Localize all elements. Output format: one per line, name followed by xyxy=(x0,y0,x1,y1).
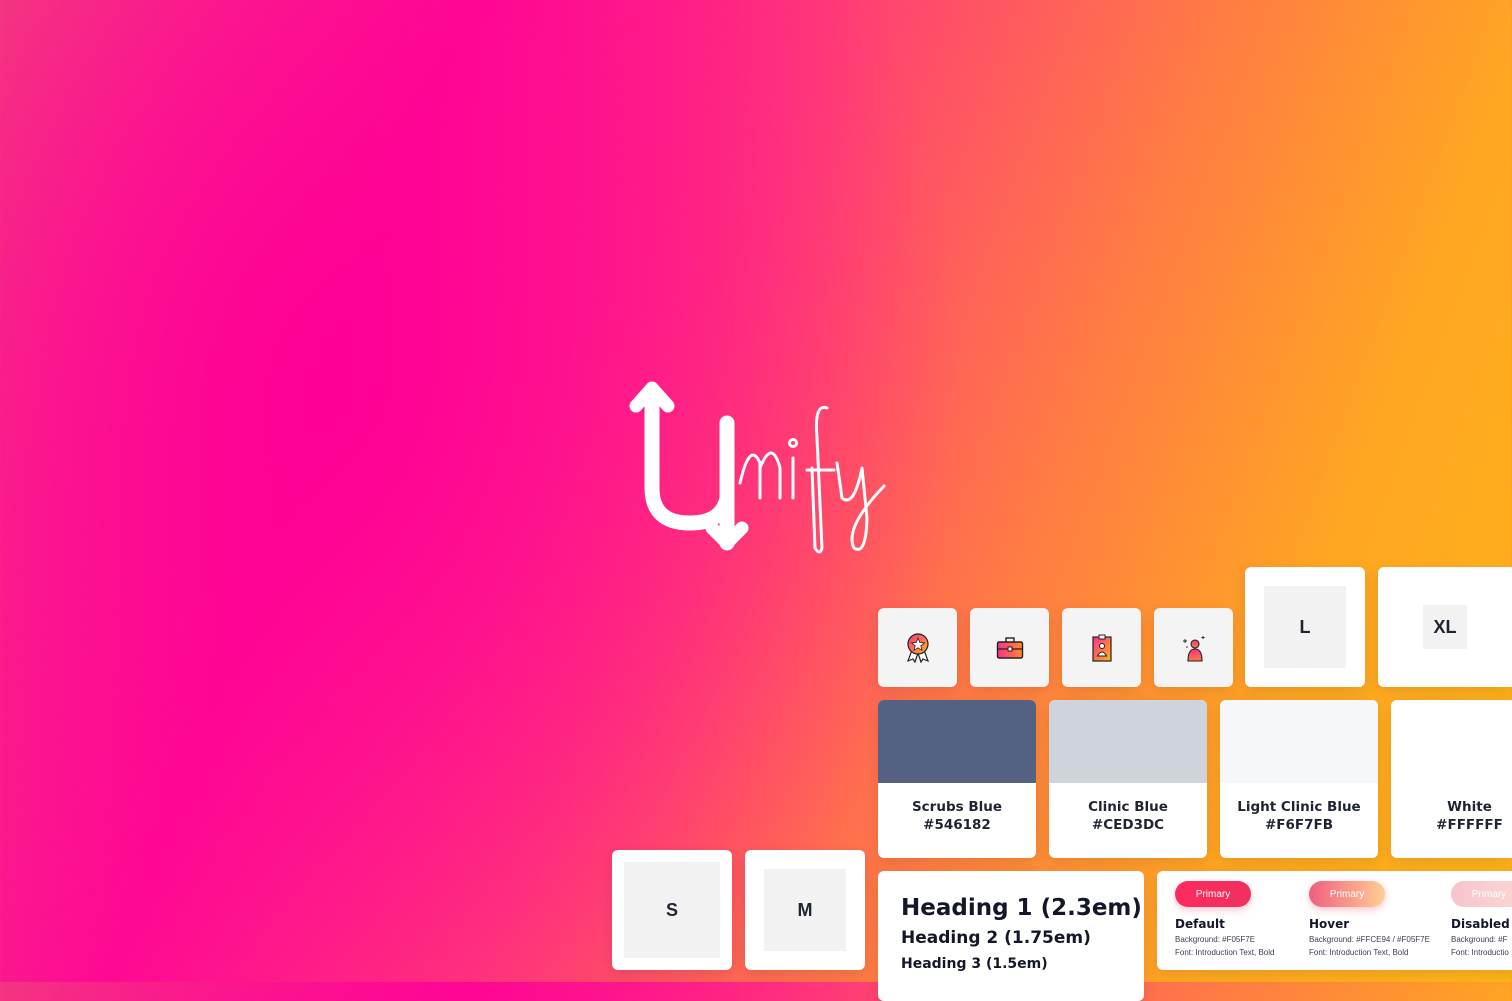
unify-logo xyxy=(622,378,892,558)
size-card-xl: XL xyxy=(1378,567,1512,687)
primary-button-default[interactable]: Primary xyxy=(1175,881,1251,907)
heading-2-sample: Heading 2 (1.75em) xyxy=(901,928,1091,948)
swatch-light-clinic-blue: Light Clinic Blue #F6F7FB xyxy=(1220,700,1378,858)
swatch-scrubs-blue: Scrubs Blue #546182 xyxy=(878,700,1036,858)
swatch-name: Light Clinic Blue xyxy=(1237,799,1361,815)
unify-logo-mark xyxy=(629,381,886,554)
swatch-white: White #FFFFFF xyxy=(1391,700,1512,858)
heading-3-sample: Heading 3 (1.5em) xyxy=(901,956,1048,972)
buttons-card: Primary Default Background: #F05F7E Font… xyxy=(1157,871,1512,970)
swatch-chip xyxy=(878,700,1036,783)
size-label-l: L xyxy=(1264,586,1346,668)
swatch-hex: #FFFFFF xyxy=(1436,817,1503,833)
swatch-hex: #F6F7FB xyxy=(1264,817,1334,833)
swatch-name: Clinic Blue xyxy=(1088,799,1168,815)
button-disabled-group: Primary Disabled Background: #F Font: In… xyxy=(1451,881,1512,957)
button-hover-group: Primary Hover Background: #FFCE94 / #F05… xyxy=(1309,881,1430,957)
icon-card-award xyxy=(878,608,957,687)
swatch-name: Scrubs Blue xyxy=(911,799,1003,815)
briefcase-icon xyxy=(996,636,1023,659)
heading-1-sample: Heading 1 (2.3em) xyxy=(901,895,1142,921)
user-sparkle-icon xyxy=(1182,635,1204,662)
size-label-s: S xyxy=(624,862,720,958)
button-state-label: Hover xyxy=(1309,917,1350,931)
button-font-note: Font: Introductio xyxy=(1451,948,1509,957)
button-default-group: Primary Default Background: #F05F7E Font… xyxy=(1175,881,1274,957)
button-state-label: Disabled xyxy=(1451,917,1510,931)
icon-card-id-badge xyxy=(1062,608,1141,687)
size-card-s: S xyxy=(612,850,732,970)
swatch-clinic-blue: Clinic Blue #CED3DC xyxy=(1049,700,1207,858)
award-badge-icon xyxy=(906,632,929,663)
button-state-label: Default xyxy=(1175,917,1225,931)
size-card-l: L xyxy=(1245,567,1365,687)
id-badge-icon xyxy=(1091,634,1112,662)
swatch-name: White xyxy=(1447,799,1492,815)
button-background-note: Background: #FFCE94 / #F05F7E xyxy=(1309,935,1430,944)
primary-button-hover[interactable]: Primary xyxy=(1309,881,1385,907)
size-label-m: M xyxy=(764,869,846,951)
size-card-m: M xyxy=(745,850,865,970)
swatch-hex: #546182 xyxy=(923,817,991,833)
size-label-xl: XL xyxy=(1423,605,1467,649)
button-background-note: Background: #F xyxy=(1451,935,1508,944)
button-background-note: Background: #F05F7E xyxy=(1175,935,1256,944)
swatch-chip xyxy=(1049,700,1207,783)
swatch-chip xyxy=(1220,700,1378,783)
button-font-note: Font: Introduction Text, Bold xyxy=(1309,948,1409,957)
swatch-hex: #CED3DC xyxy=(1091,817,1165,833)
button-font-note: Font: Introduction Text, Bold xyxy=(1175,948,1275,957)
icon-card-user-sparkle xyxy=(1154,608,1233,687)
icon-card-briefcase xyxy=(970,608,1049,687)
primary-button-disabled: Primary xyxy=(1451,881,1512,907)
swatch-chip xyxy=(1391,700,1512,783)
